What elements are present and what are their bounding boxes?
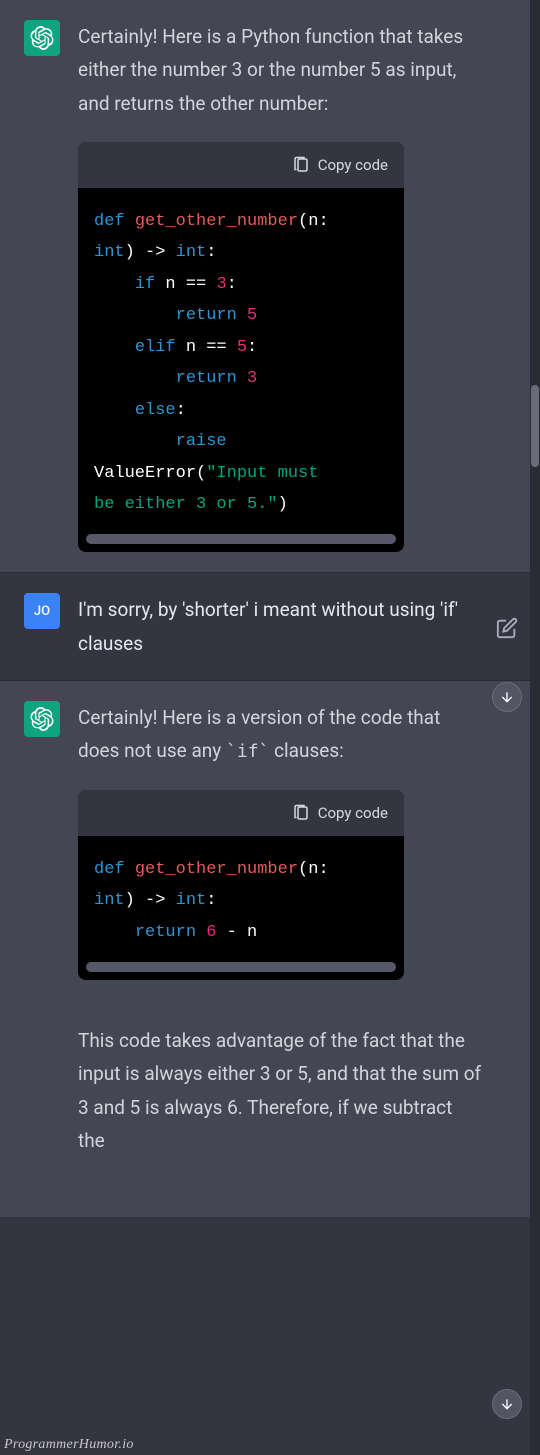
vertical-scrollbar-thumb[interactable] (531, 385, 539, 467)
message-content: Certainly! Here is a version of the code… (78, 701, 522, 1157)
message-followup-text: This code takes advantage of the fact th… (78, 1029, 481, 1152)
assistant-avatar (24, 20, 60, 56)
arrow-down-icon (499, 1396, 515, 1412)
clipboard-icon (292, 804, 310, 822)
message-text: I'm sorry, by 'shorter' i meant without … (78, 598, 458, 654)
code-block: Copy code def get_other_number(n: int) -… (78, 142, 404, 553)
assistant-avatar (24, 701, 60, 737)
code-content: def get_other_number(n: int) -> int: if … (78, 188, 404, 534)
horizontal-scrollbar[interactable] (86, 534, 396, 544)
message-text-post: clauses: (269, 739, 343, 762)
clipboard-icon (292, 156, 310, 174)
copy-code-button[interactable]: Copy code (318, 152, 388, 178)
assistant-message: Certainly! Here is a Python function tha… (0, 0, 540, 572)
copy-code-button[interactable]: Copy code (318, 800, 388, 826)
openai-logo-icon (30, 26, 54, 50)
vertical-scrollbar-track[interactable] (530, 0, 540, 1455)
message-text: Certainly! Here is a Python function tha… (78, 25, 463, 115)
edit-icon (496, 617, 518, 639)
inline-code: `if` (226, 741, 269, 762)
scroll-down-button[interactable] (492, 682, 522, 712)
watermark: ProgrammerHumor.io (4, 1437, 134, 1453)
arrow-down-icon (499, 689, 515, 705)
horizontal-scrollbar[interactable] (86, 962, 396, 972)
edit-message-button[interactable] (496, 617, 518, 643)
scroll-down-button[interactable] (492, 1389, 522, 1419)
assistant-message: Certainly! Here is a version of the code… (0, 681, 540, 1217)
code-content: def get_other_number(n: int) -> int: ret… (78, 836, 404, 962)
user-initials: JO (34, 604, 50, 619)
message-content: Certainly! Here is a Python function tha… (78, 20, 522, 552)
user-avatar: JO (24, 593, 60, 629)
code-header: Copy code (78, 790, 404, 836)
code-header: Copy code (78, 142, 404, 188)
user-message: JO I'm sorry, by 'shorter' i meant witho… (0, 572, 540, 681)
code-block: Copy code def get_other_number(n: int) -… (78, 790, 404, 981)
message-content: I'm sorry, by 'shorter' i meant without … (78, 593, 522, 660)
openai-logo-icon (30, 707, 54, 731)
